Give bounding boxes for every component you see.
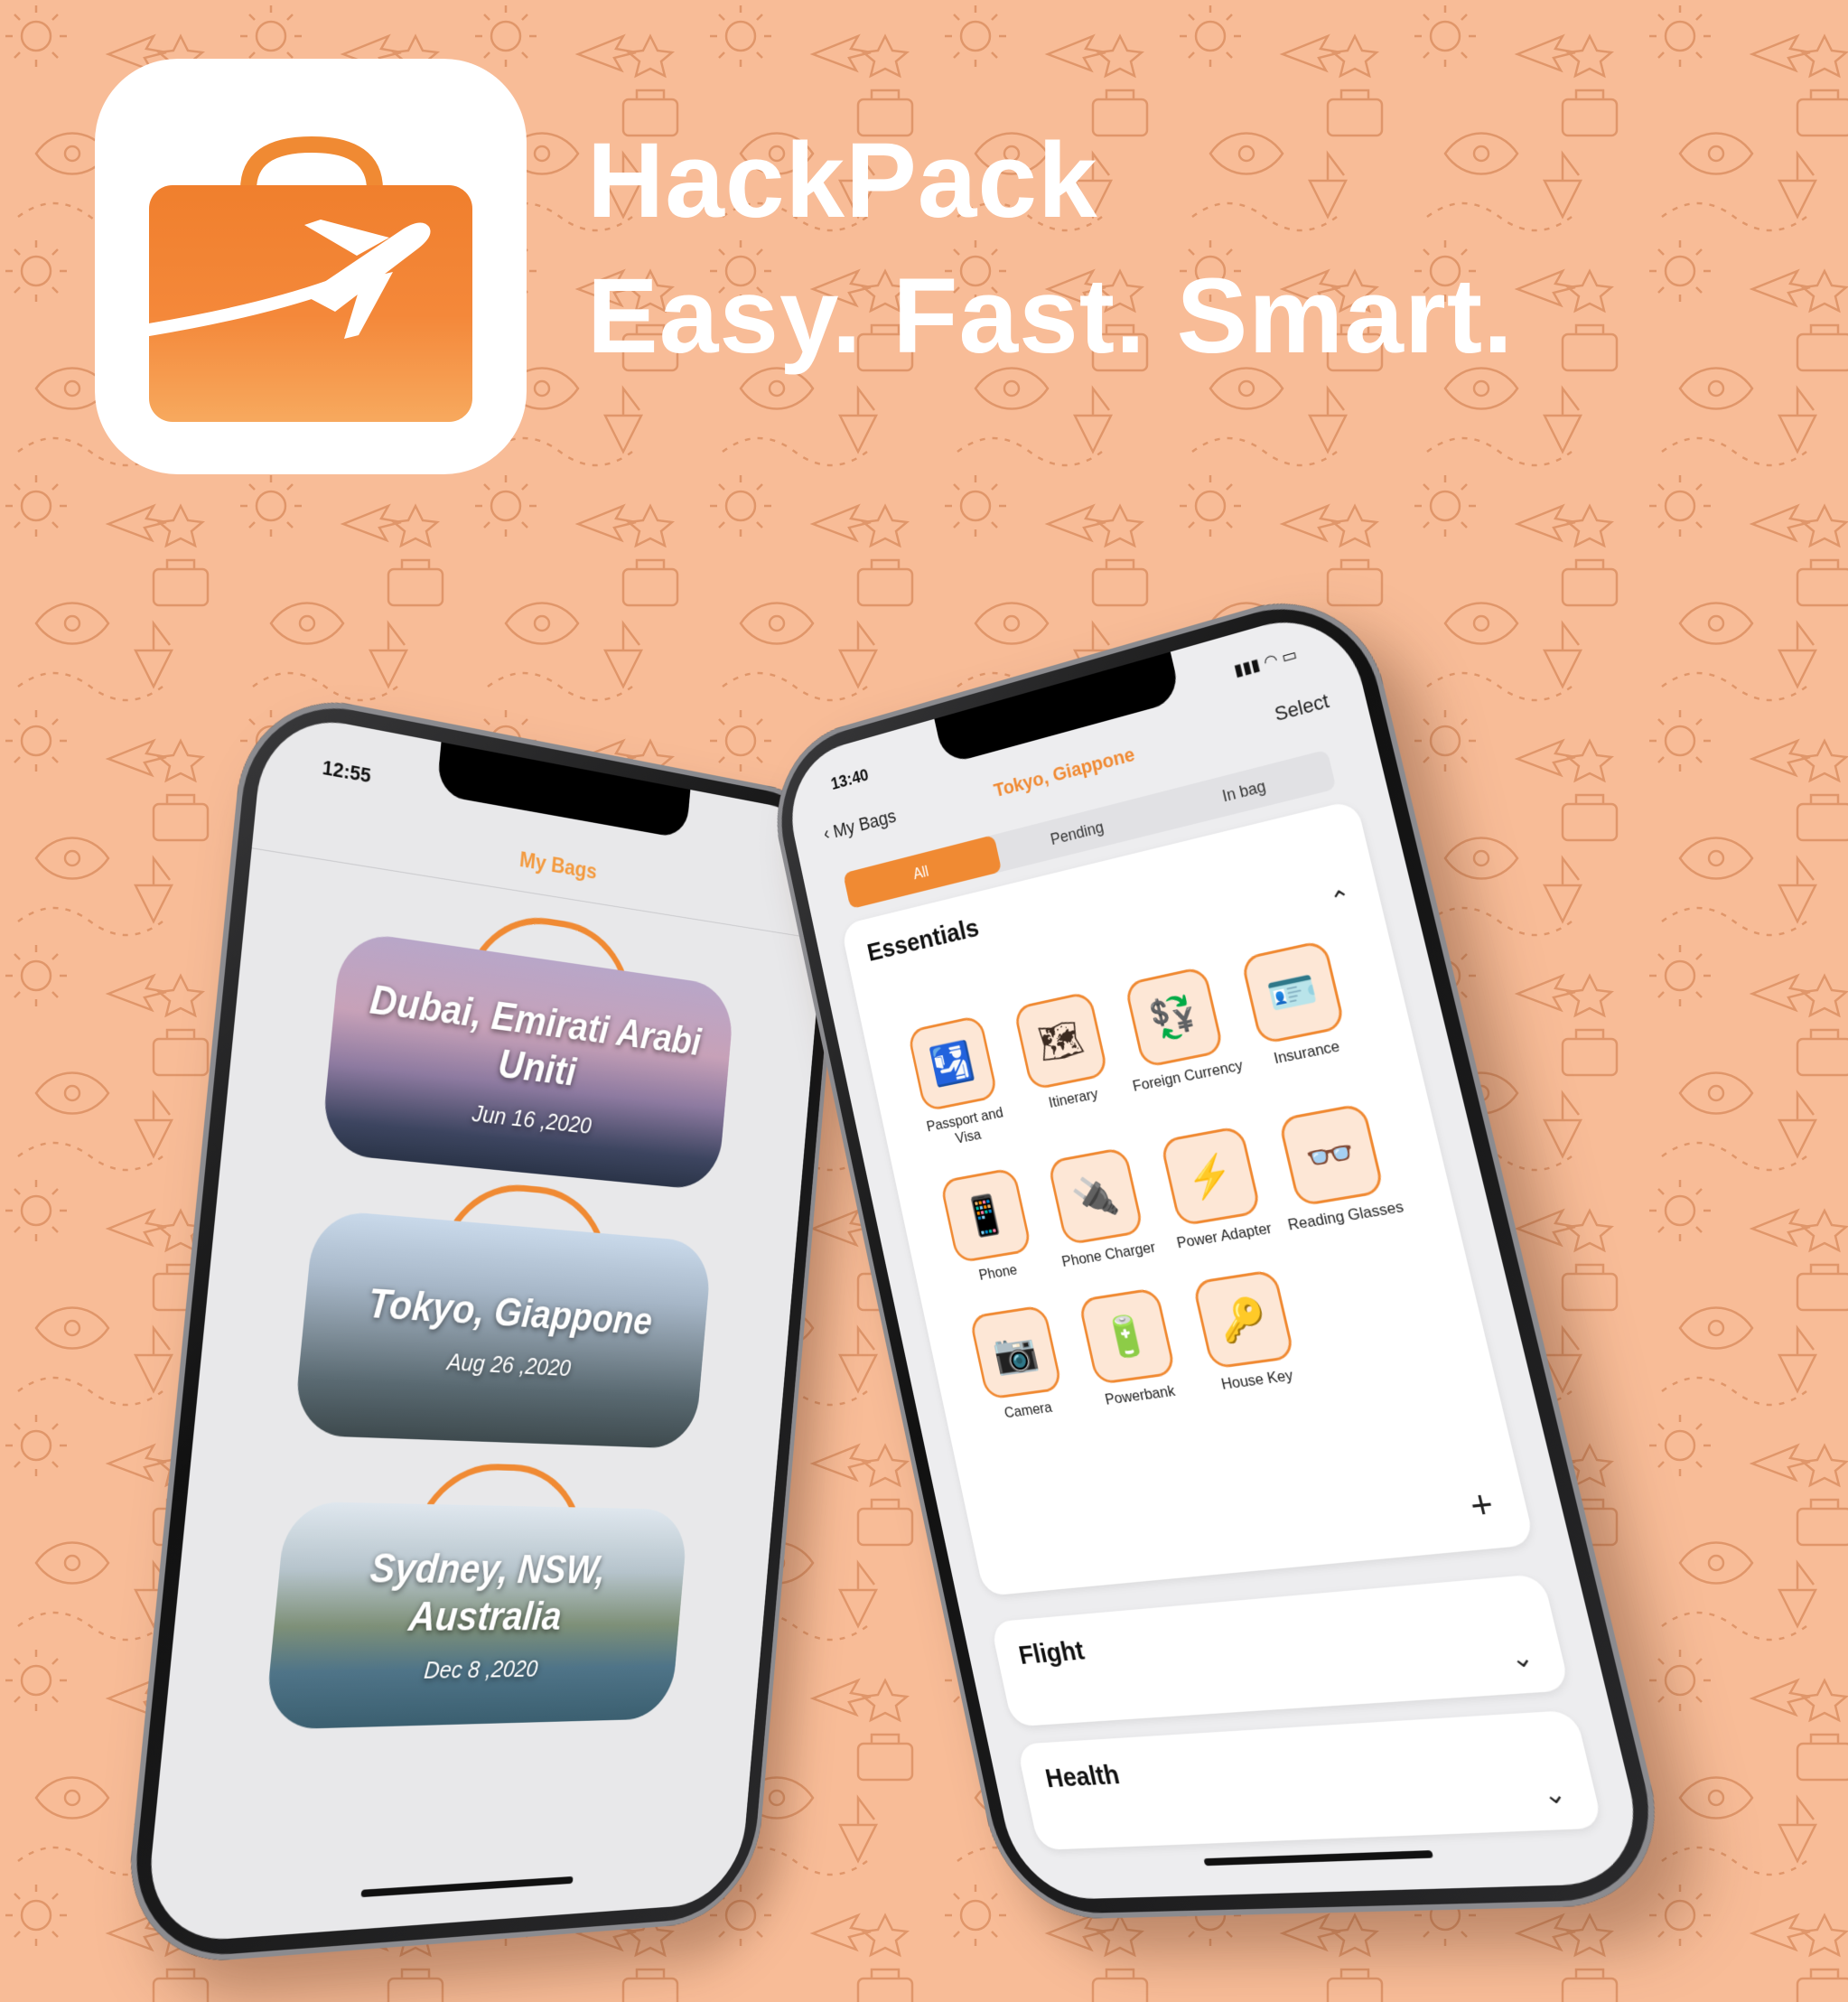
chevron-up-icon[interactable]: ⌃	[1327, 883, 1355, 917]
phone-my-bags: 12:55 My Bags Dubai, Emirati Arabi Uniti…	[119, 684, 850, 1969]
bag-city: Dubai, Emirati Arabi Uniti	[368, 976, 703, 1095]
battery-icon: ▭	[1279, 644, 1299, 667]
charger-icon: 🔌	[1047, 1146, 1145, 1246]
essentials-grid: 🛂 Passport and Visa 🗺 Itinerary 💱 Foreig…	[894, 934, 1450, 1426]
item-charger[interactable]: 🔌 Phone Charger	[1033, 1144, 1164, 1272]
item-label: Reading Glasses	[1286, 1197, 1405, 1234]
app-icon	[95, 59, 527, 474]
item-label: Camera	[1003, 1399, 1054, 1422]
section-essentials: Essentials ⌃ 🛂 Passport and Visa 🗺 Itine…	[840, 799, 1535, 1596]
chevron-down-icon[interactable]: ⌄	[1539, 1777, 1570, 1810]
bag-card-dubai[interactable]: Dubai, Emirati Arabi Uniti Jun 16 ,2020	[320, 906, 736, 1192]
bag-date: Dec 8 ,2020	[423, 1654, 539, 1684]
item-glasses[interactable]: 👓 Reading Glasses	[1263, 1099, 1406, 1234]
my-bags-screen: 12:55 My Bags Dubai, Emirati Arabi Uniti…	[143, 708, 834, 1945]
bag-card-sydney[interactable]: Sydney, NSW, Australia Dec 8 ,2020	[264, 1461, 689, 1730]
suitcase-plane-logo	[143, 136, 472, 422]
bag-card-image: Dubai, Emirati Arabi Uniti Jun 16 ,2020	[320, 930, 736, 1192]
powerbank-icon: 🔋	[1078, 1286, 1177, 1386]
item-currency[interactable]: 💱 Foreign Currency	[1110, 962, 1249, 1113]
bag-date: Jun 16 ,2020	[471, 1099, 593, 1139]
chevron-down-icon[interactable]: ⌄	[1507, 1641, 1537, 1674]
glasses-icon: 👓	[1277, 1102, 1386, 1208]
wifi-icon: ◠	[1262, 650, 1280, 672]
app-name: HackPack	[587, 121, 1098, 240]
bag-card-image: Sydney, NSW, Australia Dec 8 ,2020	[264, 1501, 689, 1730]
section-title: Essentials	[864, 913, 982, 968]
item-label: Powerbank	[1103, 1381, 1177, 1408]
add-item-button[interactable]: +	[1466, 1483, 1498, 1529]
bag-city: Sydney, NSW, Australia	[368, 1545, 608, 1640]
section-health[interactable]: Health ⌄	[1016, 1709, 1604, 1850]
signal-icon: ▮▮▮	[1232, 655, 1262, 680]
key-icon: 🔑	[1191, 1268, 1296, 1370]
item-itinerary[interactable]: 🗺 Itinerary	[1000, 987, 1133, 1134]
status-time: 13:40	[829, 765, 871, 794]
section-title: Health	[1042, 1760, 1123, 1794]
headline: HackPack Easy. Fast. Smart.	[587, 122, 1514, 375]
item-powerbank[interactable]: 🔋 Powerbank	[1064, 1285, 1196, 1411]
item-label: Insurance	[1272, 1037, 1342, 1068]
item-label: Phone Charger	[1059, 1238, 1158, 1270]
item-label: Itinerary	[1047, 1085, 1100, 1111]
adapter-icon: ⚡	[1159, 1125, 1263, 1227]
currency-icon: 💱	[1124, 965, 1225, 1069]
itinerary-icon: 🗺	[1013, 990, 1109, 1091]
bag-date: Aug 26 ,2020	[445, 1347, 573, 1381]
tagline: Easy. Fast. Smart.	[587, 257, 1514, 376]
passport-icon: 🛂	[906, 1014, 999, 1113]
item-insurance[interactable]: 🪪 Insurance	[1226, 936, 1372, 1090]
item-adapter[interactable]: ⚡ Power Adapter	[1145, 1123, 1283, 1254]
item-label: House Key	[1219, 1366, 1295, 1393]
bag-card-image: Tokyo, Giappone Aug 26 ,2020	[293, 1209, 714, 1450]
item-house-key[interactable]: 🔑 House Key	[1178, 1267, 1317, 1397]
item-label: Phone	[977, 1260, 1019, 1284]
insurance-icon: 🪪	[1239, 939, 1347, 1045]
bag-city: Tokyo, Giappone	[366, 1280, 654, 1343]
item-camera[interactable]: 📷 Camera	[956, 1303, 1082, 1426]
status-icons: ▮▮▮ ◠ ▭	[1232, 645, 1299, 680]
phone-icon: 📱	[939, 1166, 1033, 1264]
item-label: Passport and Visa	[925, 1103, 1005, 1147]
status-time: 12:55	[321, 755, 372, 788]
item-passport[interactable]: 🛂 Passport and Visa	[894, 1012, 1021, 1155]
home-indicator[interactable]	[1203, 1850, 1434, 1866]
item-label: Power Adapter	[1175, 1219, 1274, 1252]
home-indicator[interactable]	[360, 1876, 574, 1898]
camera-icon: 📷	[968, 1305, 1064, 1400]
bag-card-tokyo[interactable]: Tokyo, Giappone Aug 26 ,2020	[293, 1177, 714, 1450]
section-flight[interactable]: Flight ⌄	[990, 1573, 1571, 1727]
item-phone[interactable]: 📱 Phone	[927, 1165, 1051, 1289]
section-title: Flight	[1016, 1635, 1087, 1670]
